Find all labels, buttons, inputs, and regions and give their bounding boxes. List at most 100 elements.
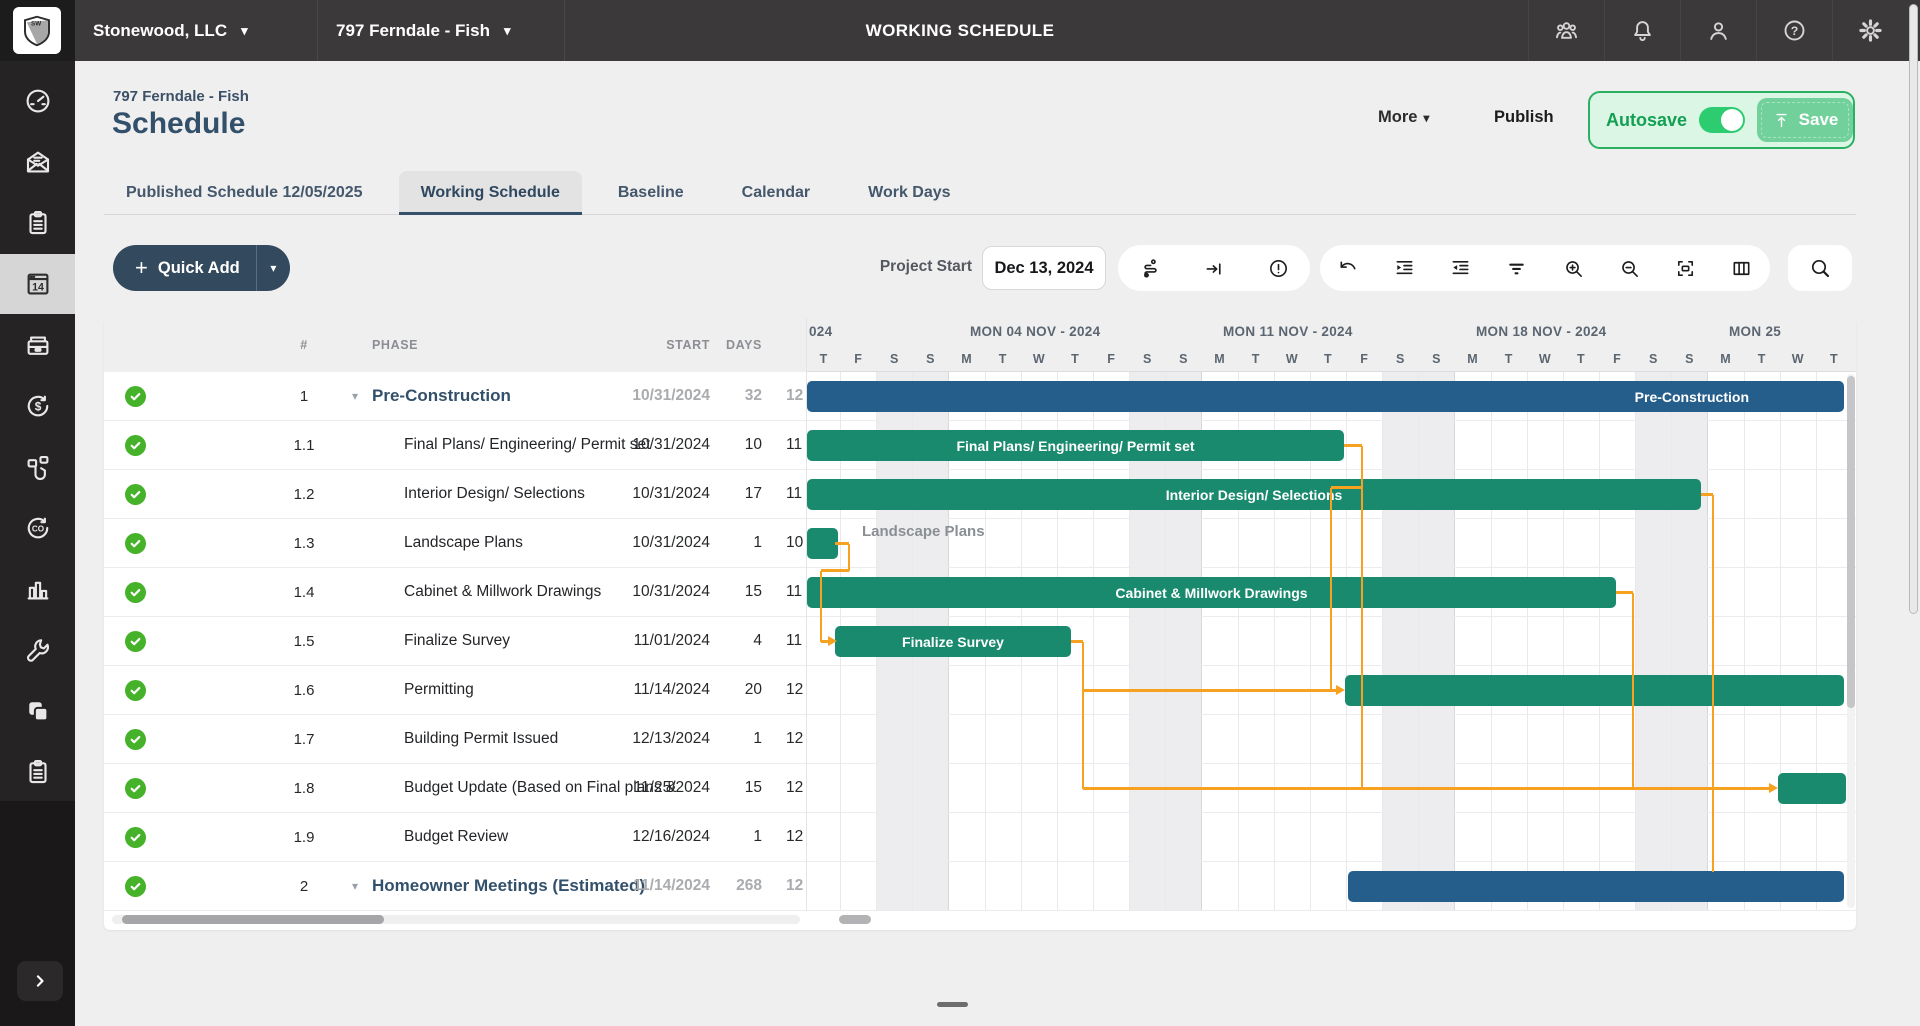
- table-row[interactable]: 1.2Interior Design/ Selections10/31/2024…: [104, 470, 806, 519]
- outdent-icon[interactable]: [1439, 246, 1483, 290]
- start-date[interactable]: 10/31/2024: [614, 470, 710, 518]
- table-row[interactable]: 1.9Budget Review12/16/2024112: [104, 813, 806, 862]
- start-date[interactable]: 10/31/2024: [614, 372, 710, 420]
- gantt-bar[interactable]: [1348, 871, 1844, 902]
- gantt-scrollbar-thumb[interactable]: [1847, 376, 1855, 708]
- tab-work-days[interactable]: Work Days: [846, 171, 972, 214]
- status-check-icon[interactable]: [125, 729, 146, 750]
- sidebar-expand-button[interactable]: [17, 961, 63, 1001]
- days-value[interactable]: 20: [716, 666, 762, 714]
- save-button[interactable]: Save: [1757, 98, 1853, 142]
- gantt-bar[interactable]: Final Plans/ Engineering/ Permit set: [807, 430, 1344, 461]
- status-check-icon[interactable]: [125, 631, 146, 652]
- status-check-icon[interactable]: [125, 582, 146, 603]
- days-value[interactable]: 15: [716, 764, 762, 812]
- search-button[interactable]: [1788, 245, 1852, 291]
- publish-button[interactable]: Publish: [1494, 108, 1554, 127]
- gantt-bar[interactable]: [807, 528, 838, 559]
- start-date[interactable]: 10/31/2024: [614, 421, 710, 469]
- phase-name[interactable]: Interior Design/ Selections: [404, 470, 585, 518]
- status-check-icon[interactable]: [125, 386, 146, 407]
- status-check-icon[interactable]: [125, 435, 146, 456]
- zoom-in-icon[interactable]: [1551, 246, 1595, 290]
- help-icon[interactable]: ?: [1756, 0, 1832, 61]
- more-button[interactable]: More▾: [1378, 108, 1429, 127]
- window-scrollbar[interactable]: [1908, 0, 1919, 1026]
- days-value[interactable]: 1: [716, 715, 762, 763]
- settings-icon[interactable]: [1832, 0, 1908, 61]
- undo-icon[interactable]: [1326, 246, 1370, 290]
- table-row[interactable]: 1.5Finalize Survey11/01/2024411: [104, 617, 806, 666]
- sidebar-item-documents[interactable]: [0, 315, 75, 375]
- filter-icon[interactable]: [1495, 246, 1539, 290]
- project-dropdown[interactable]: 797 Ferndale - Fish ▾: [318, 0, 565, 61]
- status-check-icon[interactable]: [125, 533, 146, 554]
- sidebar-item-dashboard[interactable]: [0, 71, 75, 131]
- col-header-phase[interactable]: PHASE: [372, 318, 418, 372]
- sidebar-item-todos[interactable]: [0, 193, 75, 253]
- tab-working-schedule[interactable]: Working Schedule: [399, 171, 582, 214]
- tab-calendar[interactable]: Calendar: [720, 171, 832, 214]
- drag-handle[interactable]: [937, 1002, 968, 1007]
- gantt-bar[interactable]: [1345, 675, 1844, 706]
- col-header-num[interactable]: #: [264, 318, 344, 372]
- sidebar-item-warranty[interactable]: [0, 620, 75, 680]
- table-row[interactable]: 2▾Homeowner Meetings (Estimated)11/14/20…: [104, 862, 806, 911]
- sidebar-item-schedule[interactable]: 14: [0, 254, 75, 314]
- gantt-bar[interactable]: Cabinet & Millwork Drawings: [807, 577, 1616, 608]
- status-check-icon[interactable]: [125, 827, 146, 848]
- tab-baseline[interactable]: Baseline: [596, 171, 706, 214]
- days-value[interactable]: 1: [716, 519, 762, 567]
- table-row[interactable]: 1.8Budget Update (Based on Final plans &…: [104, 764, 806, 813]
- sidebar-item-templates[interactable]: [0, 681, 75, 741]
- gantt-bar[interactable]: Finalize Survey: [835, 626, 1071, 657]
- chevron-down-icon[interactable]: ▾: [257, 261, 290, 275]
- team-icon[interactable]: [1528, 0, 1604, 61]
- days-value[interactable]: 32: [716, 372, 762, 420]
- days-value[interactable]: 4: [716, 617, 762, 665]
- start-date[interactable]: 10/31/2024: [614, 568, 710, 616]
- days-value[interactable]: 10: [716, 421, 762, 469]
- quick-add-button[interactable]: + Quick Add ▾: [113, 245, 290, 291]
- gantt-bar[interactable]: Interior Design/ Selections: [807, 479, 1701, 510]
- start-date[interactable]: 10/31/2024: [614, 519, 710, 567]
- days-value[interactable]: 268: [716, 862, 762, 910]
- phase-name[interactable]: Building Permit Issued: [404, 715, 558, 763]
- gantt-vertical-scrollbar[interactable]: [1847, 374, 1855, 908]
- project-start-date-field[interactable]: Dec 13, 2024: [982, 246, 1106, 290]
- table-row[interactable]: 1.7Building Permit Issued12/13/2024112: [104, 715, 806, 764]
- phase-name[interactable]: Budget Review: [404, 813, 508, 861]
- phase-name[interactable]: Homeowner Meetings (Estimated): [372, 862, 645, 910]
- start-date[interactable]: 11/25/2024: [614, 764, 710, 812]
- window-scrollbar-thumb[interactable]: [1909, 4, 1918, 614]
- status-check-icon[interactable]: [125, 778, 146, 799]
- table-row[interactable]: 1.3Landscape Plans10/31/2024110: [104, 519, 806, 568]
- status-check-icon[interactable]: [125, 680, 146, 701]
- gantt-bar[interactable]: Pre-Construction: [807, 381, 1844, 412]
- fit-screen-icon[interactable]: [1664, 246, 1708, 290]
- gantt-bar[interactable]: [1778, 773, 1846, 804]
- table-row[interactable]: 1▾Pre-Construction10/31/20243212: [104, 372, 806, 421]
- table-row[interactable]: 1.1Final Plans/ Engineering/ Permit set1…: [104, 421, 806, 470]
- sidebar-item-messages[interactable]: [0, 132, 75, 192]
- status-check-icon[interactable]: [125, 876, 146, 897]
- status-check-icon[interactable]: [125, 484, 146, 505]
- sidebar-item-financials[interactable]: $: [0, 376, 75, 436]
- phase-name[interactable]: Pre-Construction: [372, 372, 511, 420]
- notifications-icon[interactable]: [1604, 0, 1680, 61]
- sidebar-item-selections[interactable]: [0, 437, 75, 497]
- days-value[interactable]: 17: [716, 470, 762, 518]
- phase-name[interactable]: Finalize Survey: [404, 617, 510, 665]
- start-date[interactable]: 11/01/2024: [614, 617, 710, 665]
- collapse-caret-icon[interactable]: ▾: [352, 862, 358, 910]
- start-date[interactable]: 11/14/2024: [614, 666, 710, 714]
- collapse-caret-icon[interactable]: ▾: [352, 372, 358, 420]
- start-date[interactable]: 11/14/2024: [614, 862, 710, 910]
- critical-path-icon[interactable]: [1128, 246, 1172, 290]
- jump-to-icon[interactable]: [1192, 246, 1236, 290]
- sidebar-item-daily-logs[interactable]: [0, 742, 75, 802]
- tab-published-schedule-12-05-2025[interactable]: Published Schedule 12/05/2025: [104, 171, 385, 214]
- table-horizontal-scrollbar[interactable]: [112, 915, 800, 924]
- start-date[interactable]: 12/16/2024: [614, 813, 710, 861]
- company-dropdown[interactable]: Stonewood, LLC ▾: [75, 0, 318, 61]
